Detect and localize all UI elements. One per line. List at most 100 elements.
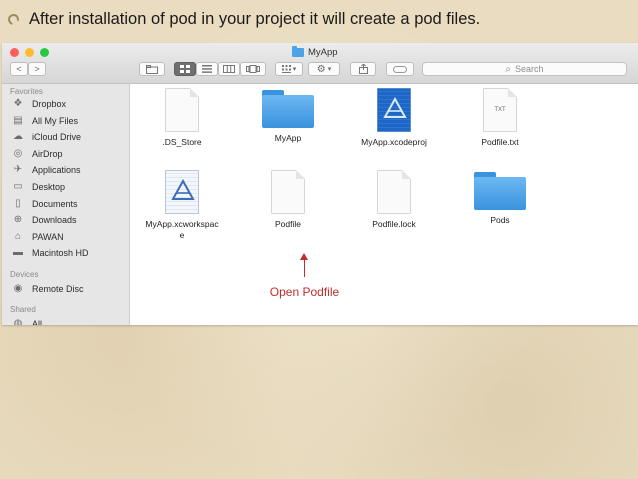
devices-section-title: Devices [10,270,39,279]
search-placeholder: Search [515,64,544,74]
list-view-button[interactable] [196,62,218,76]
slide-headline: After installation of pod in your projec… [5,6,633,32]
sidebar-item-icloud-drive[interactable]: ☁ iCloud Drive [10,130,125,144]
back-chevron-icon: < [16,64,22,74]
search-icon: ⌕ [505,63,512,75]
file-item-podfile-txt[interactable]: TXT Podfile.txt [448,88,552,148]
sidebar-item-label: Applications [32,165,81,176]
document-icon [271,170,305,214]
file-item-myapp[interactable]: MyApp [236,88,340,144]
documents-icon: ▯ [15,197,21,209]
xcode-hammer-icon [171,179,195,200]
arrange-icon [281,65,291,73]
sidebar-item-label: Dropbox [32,99,67,109]
action-button[interactable]: ⚙ ▾ [308,62,340,76]
file-name-label: MyApp [274,133,302,143]
favorites-section-title: Favorites [10,87,43,96]
document-icon [377,170,411,214]
icon-view-icon [180,65,190,73]
sidebar-item-dropbox[interactable]: ❖ Dropbox [10,97,125,111]
sidebar-item-pawan[interactable]: ⌂ PAWAN [10,230,125,244]
sidebar-item-macintosh-hd[interactable]: ▬ Macintosh HD [10,246,125,260]
minimize-window-button[interactable] [25,48,34,57]
file-item-pods[interactable]: Pods [448,170,552,226]
bullet-icon [5,11,22,27]
xcode-workspace-icon [165,170,199,214]
cloud-icon: ☁ [13,131,23,143]
cover-flow-icon [246,65,260,73]
file-name-label: Pods [490,215,510,225]
share-button[interactable] [350,62,376,76]
file-name-label: Podfile [275,219,301,229]
arrange-button[interactable]: ▾ [275,62,303,76]
new-folder-button[interactable] [139,62,165,76]
file-item-myapp-xcodeproj[interactable]: MyApp.xcodeproj [342,88,446,148]
file-name-line: e [179,230,185,240]
xcode-hammer-icon [383,97,407,118]
column-view-button[interactable] [218,62,240,76]
file-name-line: MyApp.xcworkspac [145,219,219,229]
zoom-window-button[interactable] [40,48,49,57]
forward-button[interactable]: > [28,62,46,76]
file-name-label: .DS_Store [162,137,202,147]
file-item-myapp-xcworkspace[interactable]: MyApp.xcworkspac e [130,170,234,241]
shared-section-title: Shared [10,305,36,314]
window-title-text: MyApp [308,47,338,58]
sidebar-item-label: iCloud Drive [32,132,82,143]
disc-icon: ◉ [13,283,23,294]
sidebar-item-label: Downloads [32,215,77,226]
file-browser-content: .DS_Store MyApp MyApp.xcodeproj TXT Podfile.… [130,84,638,325]
sidebar-item-label: AirDrop [32,148,63,159]
sidebar-item-downloads[interactable]: ⊕ Downloads [10,213,125,227]
folder-icon [292,46,304,57]
desktop-icon: ▭ [13,181,23,192]
sidebar-item-all-my-files[interactable]: ▤ All My Files [10,114,125,128]
tag-icon [393,65,407,73]
airdrop-icon: ◎ [13,147,23,159]
dropbox-icon: ❖ [13,98,23,109]
sidebar-item-label: Macintosh HD [32,248,89,259]
title-bar: MyApp < > ▾ ⚙ ▾ ⌕ Search [2,43,638,84]
file-item-ds-store[interactable]: .DS_Store [130,88,234,148]
edit-tags-button[interactable] [386,62,414,76]
sidebar-item-label: All My Files [32,115,79,126]
headline-text: After installation of pod in your projec… [29,9,481,28]
column-view-icon [223,65,235,73]
sidebar-item-label: PAWAN [32,231,64,242]
sidebar-item-label: All... [32,319,50,325]
window-title: MyApp [292,46,338,59]
hard-drive-icon: ▬ [13,247,23,259]
cover-flow-view-button[interactable] [240,62,266,76]
icon-view-button[interactable] [174,62,196,76]
window-controls [10,48,49,57]
sidebar-item-documents[interactable]: ▯ Documents [10,197,125,211]
applications-icon: ✈ [13,164,23,176]
folder-icon [474,170,526,210]
file-name-label: Podfile.lock [372,219,416,229]
sidebar-item-label: Remote Disc [32,284,84,294]
sidebar-item-label: Documents [32,198,78,209]
home-folder-icon: ⌂ [14,230,22,242]
document-icon [165,88,199,132]
folder-icon [262,88,314,128]
all-files-icon: ▤ [13,114,23,126]
search-field[interactable]: ⌕ Search [422,62,627,76]
new-folder-icon [146,64,158,74]
file-item-podfile-lock[interactable]: Podfile.lock [342,170,446,230]
back-button[interactable]: < [10,62,28,76]
callout-text: Open Podfile [269,285,340,299]
sidebar-item-label: Desktop [32,182,66,192]
file-name-label: Podfile.txt [481,137,519,147]
sidebar-item-desktop[interactable]: ▭ Desktop [10,180,125,194]
network-icon: ◍ [13,318,23,326]
sidebar-item-applications[interactable]: ✈ Applications [10,163,125,177]
downloads-icon: ⊕ [13,214,23,226]
close-window-button[interactable] [10,48,19,57]
file-extension-label: TXT [494,107,506,113]
sidebar-item-all[interactable]: ◍ All... [10,317,125,326]
finder-window: MyApp < > ▾ ⚙ ▾ ⌕ Search Favorites ❖ Dro… [2,43,638,325]
sidebar-item-airdrop[interactable]: ◎ AirDrop [10,147,125,161]
list-view-icon [202,65,212,73]
file-item-podfile[interactable]: Podfile [236,170,340,230]
sidebar-item-remote-disc[interactable]: ◉ Remote Disc [10,282,125,296]
